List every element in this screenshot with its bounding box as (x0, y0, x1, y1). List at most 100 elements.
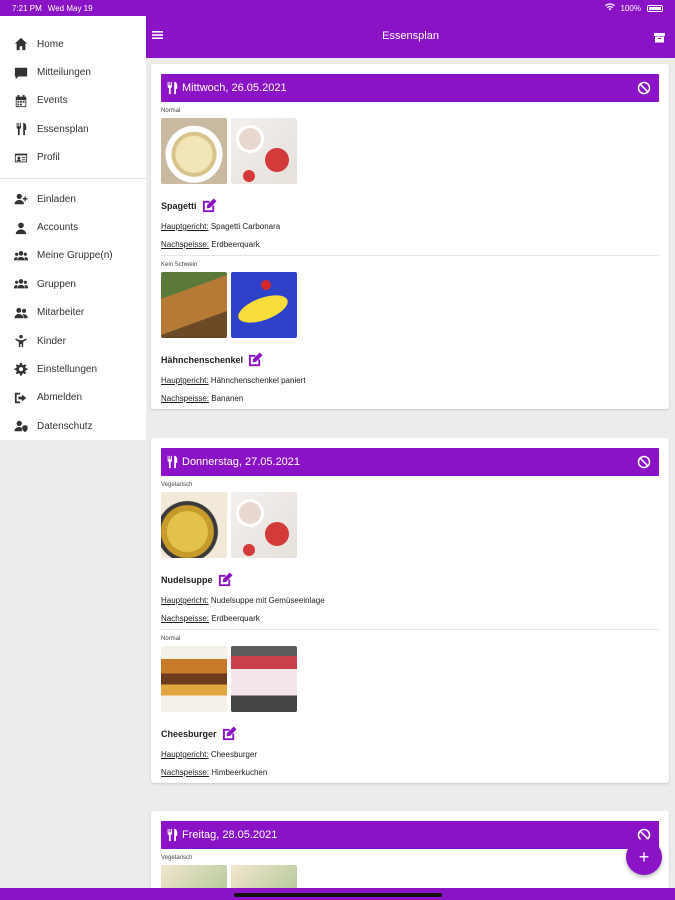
sidebar-item-label: Abmelden (37, 392, 83, 404)
main-dish-value: Hähnchenschenkel paniert (210, 376, 306, 385)
main-dish-label: Hauptgericht: (161, 376, 209, 385)
dessert-label: Nachspeisse: (161, 240, 210, 249)
sidebar-item-mitteilungen[interactable]: Mitteilungen (0, 58, 146, 86)
sidebar-item-profil[interactable]: Profil (0, 144, 146, 172)
main-dish-value: Spagetti Carbonara (210, 222, 281, 231)
sidebar-item-label: Profil (37, 152, 60, 164)
sidebar-item-events[interactable]: Events (0, 87, 146, 115)
calendar-icon (12, 94, 30, 108)
meal-name: Nudelsuppe (161, 574, 213, 585)
day-date: Freitag, 28.05.2021 (182, 829, 278, 841)
plus-icon: + (638, 846, 650, 867)
meal-entry: Normal Cheesburger Hauptgericht: Cheesbu… (161, 629, 659, 783)
day-header: Donnerstag, 27.05.2021 (161, 448, 659, 476)
sidebar-item-label: Einladen (37, 193, 76, 205)
dessert-label: Nachspeisse: (161, 768, 210, 777)
main-dish-photo[interactable] (161, 865, 227, 888)
dessert-photo[interactable] (231, 646, 297, 712)
main-dish-photo[interactable] (161, 492, 227, 558)
sidebar-divider (0, 177, 146, 179)
dessert-value: Erdbeerquark (211, 240, 260, 249)
main-dish-photo[interactable] (161, 118, 227, 184)
dessert-photo[interactable] (231, 865, 297, 888)
main-dish-photo[interactable] (161, 272, 227, 338)
sidebar-item-home[interactable]: Home (0, 30, 146, 58)
day-card: Mittwoch, 26.05.2021 Normal Spagetti Hau… (151, 64, 669, 409)
sidebar-item-gruppen[interactable]: Gruppen (0, 270, 146, 298)
main-dish-label: Hauptgericht: (161, 222, 209, 231)
dessert-label: Nachspeisse: (161, 394, 210, 403)
day-card: Freitag, 28.05.2021 Vegetarisch (151, 811, 669, 888)
meal-entry: Vegetarisch (161, 849, 659, 888)
dessert-value: Bananen (211, 394, 244, 403)
sidebar-item-label: Kinder (37, 335, 66, 347)
home-indicator[interactable] (234, 893, 442, 897)
dessert-photo[interactable] (231, 492, 297, 558)
meal-category: Normal (161, 636, 181, 642)
main-dish-photo[interactable] (161, 646, 227, 712)
gear-icon (12, 362, 30, 377)
edit-icon[interactable] (248, 352, 263, 367)
main-dish-value: Cheesburger (210, 750, 258, 759)
sidebar-item-label: Mitarbeiter (37, 307, 85, 319)
dessert-line: Nachspeisse: Erdbeerquark (161, 240, 659, 249)
meal-name: Spagetti (161, 200, 197, 211)
user-friends-icon (12, 306, 30, 320)
main-dish-line: Hauptgericht: Nudelsuppe mit Gemüseeinla… (161, 596, 659, 605)
dessert-photo[interactable] (231, 118, 297, 184)
cutlery-icon (165, 828, 179, 842)
archive-icon[interactable] (654, 30, 665, 43)
sidebar-item-essensplan[interactable]: Essensplan (0, 115, 146, 143)
main-dish-value: Nudelsuppe mit Gemüseeinlage (210, 596, 325, 605)
sidebar-item-datenschutz[interactable]: Datenschutz (0, 412, 146, 440)
meal-entry: Vegetarisch Nudelsuppe Hauptgericht: Nud… (161, 476, 659, 629)
sidebar-item-einladen[interactable]: Einladen (0, 185, 146, 213)
dessert-line: Nachspeisse: Erdbeerquark (161, 614, 659, 623)
home-icon (12, 37, 30, 51)
sidebar-item-label: Einstellungen (37, 363, 98, 375)
cutlery-icon (165, 455, 179, 469)
page-title: Essensplan (382, 30, 439, 42)
sidebar-item-abmelden[interactable]: Abmelden (0, 384, 146, 412)
main-dish-label: Hauptgericht: (161, 596, 209, 605)
dessert-line: Nachspeisse: Bananen (161, 394, 659, 403)
day-header: Freitag, 28.05.2021 (161, 821, 659, 849)
meal-name: Hähnchenschenkel (161, 354, 244, 365)
day-date: Mittwoch, 26.05.2021 (182, 82, 287, 94)
sidebar-admin-section: Einladen Accounts Meine Gruppe(n) Gruppe… (0, 185, 146, 441)
user-shield-icon (12, 419, 30, 433)
sidebar-item-accounts[interactable]: Accounts (0, 213, 146, 241)
status-bar: 7:21 PM Wed May 19 100% (0, 0, 675, 16)
dessert-photo[interactable] (231, 272, 297, 338)
day-header: Mittwoch, 26.05.2021 (161, 74, 659, 102)
dessert-value: Erdbeerquark (211, 614, 260, 623)
sidebar-item-einstellungen[interactable]: Einstellungen (0, 355, 146, 383)
sign-out-icon (12, 391, 30, 405)
meal-plan-list[interactable]: Mittwoch, 26.05.2021 Normal Spagetti Hau… (146, 58, 675, 888)
add-meal-button[interactable]: + (626, 839, 662, 875)
cancel-icon[interactable] (637, 81, 651, 95)
cancel-icon[interactable] (637, 455, 651, 469)
day-date: Donnerstag, 27.05.2021 (182, 456, 301, 468)
battery-percent: 100% (620, 3, 641, 13)
app-bar: Essensplan (146, 16, 675, 58)
sidebar-item-label: Events (37, 95, 68, 107)
edit-icon[interactable] (218, 572, 233, 587)
meal-category: Vegetarisch (161, 482, 193, 488)
user-plus-icon (12, 192, 30, 206)
dessert-value: Himbeerkuchen (211, 768, 268, 777)
sidebar-item-label: Gruppen (37, 278, 76, 290)
sidebar-item-mitarbeiter[interactable]: Mitarbeiter (0, 299, 146, 327)
sidebar-main-section: Home Mitteilungen Events Essensplan Prof… (0, 16, 146, 172)
meal-category: Kein Schwein (161, 262, 198, 268)
sidebar: Home Mitteilungen Events Essensplan Prof… (0, 16, 146, 440)
edit-icon[interactable] (202, 198, 217, 213)
sidebar-item-meine-gruppen[interactable]: Meine Gruppe(n) (0, 242, 146, 270)
id-card-icon (12, 151, 30, 165)
sidebar-item-label: Datenschutz (37, 420, 93, 432)
status-date: Wed May 19 (47, 3, 93, 13)
battery-icon (647, 4, 663, 12)
edit-icon[interactable] (222, 726, 237, 741)
sidebar-item-kinder[interactable]: Kinder (0, 327, 146, 355)
main-dish-line: Hauptgericht: Hähnchenschenkel paniert (161, 376, 659, 385)
